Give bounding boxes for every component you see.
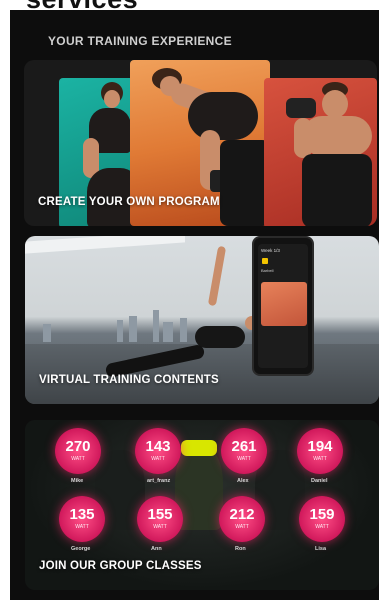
- card-group-classes[interactable]: 270 WATT Mike 143 WATT art_franz 261 WAT…: [25, 420, 379, 590]
- watt-value: 159: [309, 506, 335, 523]
- watt-unit: WATT: [75, 524, 89, 530]
- skyline-building: [43, 324, 51, 342]
- watt-unit: WATT: [313, 456, 327, 462]
- watt-unit: WATT: [151, 456, 165, 462]
- watt-badge: 270 WATT: [55, 428, 101, 474]
- section-title: YOUR TRAINING EXPERIENCE: [48, 34, 232, 48]
- watt-value: 261: [231, 438, 257, 455]
- watt-value: 135: [69, 506, 95, 523]
- watt-value: 212: [229, 506, 255, 523]
- skyline-building: [129, 316, 137, 342]
- watt-unit: WATT: [237, 456, 251, 462]
- rider-name: Ann: [151, 546, 162, 552]
- phone-screen: Week 1/3 Barbell: [258, 244, 308, 368]
- person-torso: [195, 326, 245, 348]
- rider-name: Daniel: [311, 478, 328, 484]
- rider-name: George: [71, 546, 91, 552]
- watt-value: 143: [145, 438, 171, 455]
- watt-unit: WATT: [235, 524, 249, 530]
- card-label-create-program: CREATE YOUR OWN PROGRAM: [38, 196, 220, 208]
- watt-badge: 143 WATT: [135, 428, 181, 474]
- watt-badge: 212 WATT: [219, 496, 265, 542]
- rider-name: Alex: [237, 478, 249, 484]
- person-arm: [207, 245, 227, 307]
- card-label-virtual-training: VIRTUAL TRAINING CONTENTS: [39, 374, 219, 386]
- rider-name: Lisa: [315, 546, 327, 552]
- watt-badge: 159 WATT: [299, 496, 345, 542]
- watt-badge: 155 WATT: [137, 496, 183, 542]
- skyline-building: [163, 322, 173, 342]
- watt-value: 270: [65, 438, 91, 455]
- watt-unit: WATT: [71, 456, 85, 462]
- watt-unit: WATT: [315, 524, 329, 530]
- terrace-roof: [25, 236, 185, 254]
- watt-value: 155: [147, 506, 173, 523]
- rider-center-shirt: [181, 440, 217, 456]
- phone-item-label: Barbell: [261, 268, 274, 273]
- skyline-building: [153, 310, 159, 342]
- phone-video-thumbnail: [261, 282, 307, 326]
- card-virtual-training[interactable]: VIRTUAL TRAINING CONTENTS: [25, 236, 379, 404]
- skyline-building: [180, 318, 187, 342]
- watt-unit: WATT: [153, 524, 167, 530]
- watt-badge: 135 WATT: [59, 496, 105, 542]
- rider-name: Mike: [71, 478, 84, 484]
- phone-yellow-icon: [262, 258, 268, 264]
- skyline-building: [117, 320, 123, 342]
- watt-value: 194: [307, 438, 333, 455]
- rider-name: art_franz: [147, 478, 171, 484]
- watt-badge: 261 WATT: [221, 428, 267, 474]
- card-create-program[interactable]: CREATE YOUR OWN PROGRAM: [24, 60, 377, 226]
- photo-man-bicep-curl: [264, 78, 377, 226]
- phone-mockup: Week 1/3 Barbell: [252, 236, 314, 376]
- phone-screen-title: Week 1/3: [261, 248, 280, 253]
- watt-badge: 194 WATT: [297, 428, 343, 474]
- rider-name: Ron: [235, 546, 246, 552]
- card-label-group-classes: JOIN OUR GROUP CLASSES: [39, 560, 202, 572]
